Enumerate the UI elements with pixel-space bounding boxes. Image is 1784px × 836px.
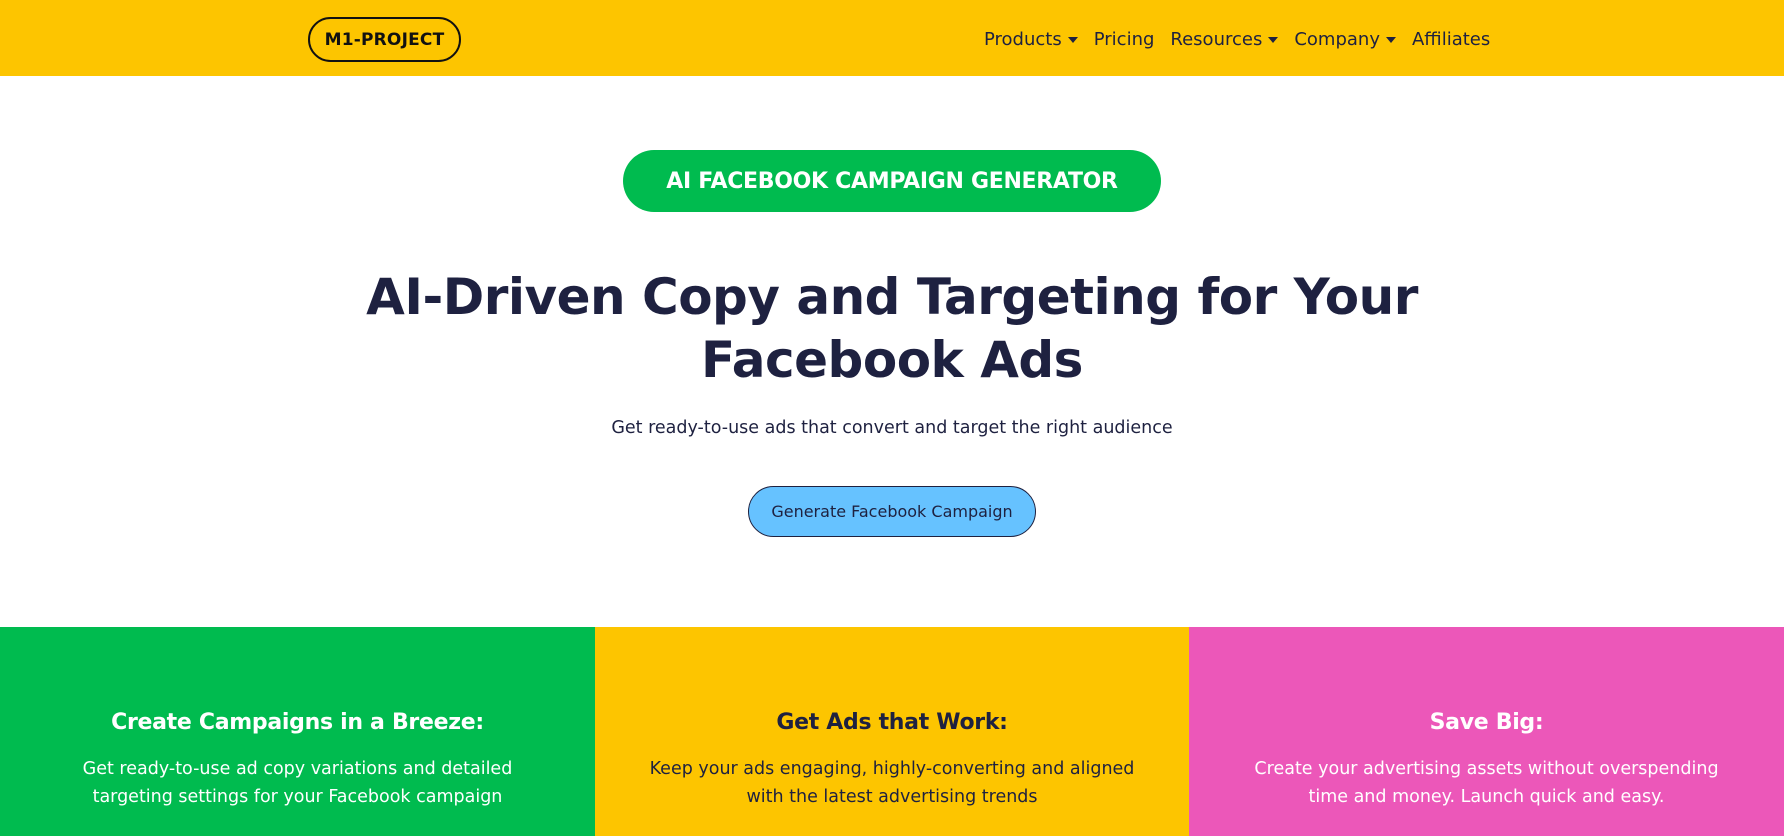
page-subheadline: Get ready-to-use ads that convert and ta… bbox=[611, 418, 1173, 438]
nav-item-affiliates[interactable]: Affiliates bbox=[1412, 29, 1490, 50]
caret-down-icon bbox=[1268, 37, 1279, 43]
nav-item-label: Company bbox=[1294, 28, 1380, 50]
nav-item-resources[interactable]: Resources bbox=[1170, 28, 1279, 50]
feature-description: Keep your ads engaging, highly-convertin… bbox=[649, 759, 1135, 807]
nav-item-products[interactable]: Products bbox=[984, 29, 1078, 50]
nav-item-company[interactable]: Company bbox=[1294, 29, 1396, 50]
page-headline: AI-Driven Copy and Targeting for Your Fa… bbox=[342, 266, 1442, 392]
feature-description: Get ready-to-use ad copy variations and … bbox=[82, 759, 513, 807]
nav-item-pricing[interactable]: Pricing bbox=[1094, 29, 1155, 50]
feature-description: Create your advertising assets without o… bbox=[1254, 759, 1719, 807]
nav-item-label: Products bbox=[984, 28, 1062, 50]
nav-item-label: Affiliates bbox=[1411, 28, 1491, 50]
nav-item-label: Pricing bbox=[1093, 28, 1155, 50]
nav-item-label: Resources bbox=[1170, 28, 1263, 50]
generate-campaign-button[interactable]: Generate Facebook Campaign bbox=[748, 486, 1036, 537]
feature-title: Create Campaigns in a Breeze: bbox=[111, 710, 484, 735]
feature-card-ads-that-work: Get Ads that Work: Keep your ads engagin… bbox=[595, 627, 1189, 836]
logo[interactable]: M1-PROJECT bbox=[308, 17, 461, 62]
feature-title: Save Big: bbox=[1429, 710, 1544, 735]
caret-down-icon bbox=[1385, 37, 1396, 43]
top-navigation-bar: M1-PROJECT Products Pricing Resources Co… bbox=[0, 0, 1784, 76]
feature-title: Get Ads that Work: bbox=[776, 710, 1008, 735]
main-nav: Products Pricing Resources Company Affil… bbox=[984, 27, 1490, 51]
caret-down-icon bbox=[1067, 37, 1078, 43]
feature-card-breeze: Create Campaigns in a Breeze: Get ready-… bbox=[0, 627, 595, 836]
headline-line-2: Facebook Ads bbox=[701, 331, 1083, 389]
product-badge: AI FACEBOOK CAMPAIGN GENERATOR bbox=[623, 150, 1161, 212]
features-section: Create Campaigns in a Breeze: Get ready-… bbox=[0, 627, 1784, 836]
headline-line-1: AI-Driven Copy and Targeting for Your bbox=[366, 268, 1418, 326]
feature-card-save-big: Save Big: Create your advertising assets… bbox=[1189, 627, 1784, 836]
